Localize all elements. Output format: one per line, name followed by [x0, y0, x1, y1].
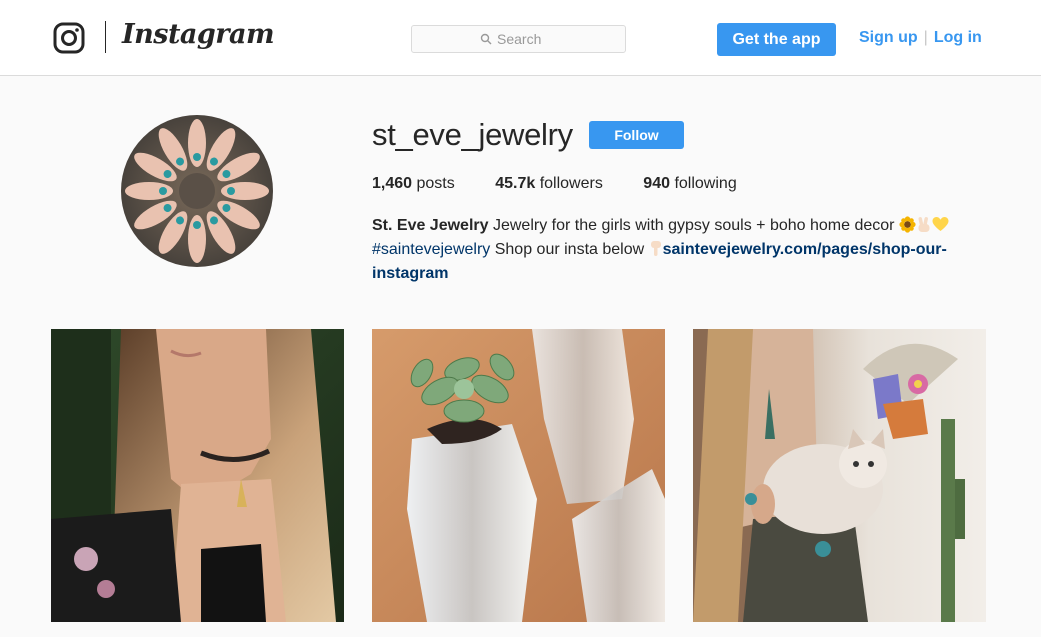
avatar-hands-circle-image — [121, 115, 273, 267]
bio-text-2: Shop our insta below — [490, 241, 649, 258]
instagram-wordmark-logo[interactable]: Instagram — [122, 19, 275, 50]
following-stat[interactable]: 940 following — [643, 175, 736, 193]
top-navigation-bar: Instagram Get the app Sign up | Log in — [0, 0, 1041, 76]
peace-hand-icon — [918, 217, 930, 232]
profile-username: st_eve_jewelry — [372, 117, 573, 152]
instagram-camera-icon[interactable] — [53, 22, 85, 54]
pointing-down-icon — [650, 241, 661, 256]
woman-choker-necklace-photo — [51, 329, 344, 622]
search-field[interactable] — [497, 31, 557, 47]
bio-hashtag-link[interactable]: #saintevejewelry — [372, 241, 490, 258]
search-input[interactable] — [411, 25, 626, 53]
succulent-crystal-planter-photo — [372, 329, 665, 622]
sign-up-link[interactable]: Sign up — [859, 29, 918, 46]
follow-button[interactable]: Follow — [589, 121, 684, 149]
posts-label: posts — [416, 175, 455, 192]
search-icon — [480, 33, 492, 45]
followers-count: 45.7k — [495, 175, 536, 192]
posts-stat: 1,460 posts — [372, 175, 455, 193]
yellow-heart-icon — [932, 217, 949, 231]
posts-count: 1,460 — [372, 175, 413, 192]
logo-divider — [105, 21, 106, 53]
woman-holding-cat-photo — [693, 329, 986, 622]
get-the-app-button[interactable]: Get the app — [717, 23, 836, 56]
auth-links: Sign up | Log in — [859, 29, 982, 47]
bio-text-1: Jewelry for the girls with gypsy souls +… — [488, 217, 899, 234]
profile-bio: St. Eve Jewelry Jewelry for the girls wi… — [372, 214, 982, 286]
post-thumbnail-2[interactable] — [372, 329, 665, 622]
log-in-link[interactable]: Log in — [934, 29, 982, 46]
bio-display-name: St. Eve Jewelry — [372, 217, 489, 234]
followers-label: followers — [539, 175, 603, 192]
post-thumbnail-3[interactable] — [693, 329, 986, 622]
profile-avatar[interactable] — [121, 115, 273, 267]
auth-divider: | — [923, 29, 928, 46]
following-count: 940 — [643, 175, 670, 192]
followers-stat[interactable]: 45.7k followers — [495, 175, 603, 193]
profile-stats: 1,460 posts 45.7k followers 940 followin… — [372, 175, 773, 193]
sunflower-icon — [899, 216, 916, 233]
post-thumbnail-1[interactable] — [51, 329, 344, 622]
following-label: following — [674, 175, 737, 192]
